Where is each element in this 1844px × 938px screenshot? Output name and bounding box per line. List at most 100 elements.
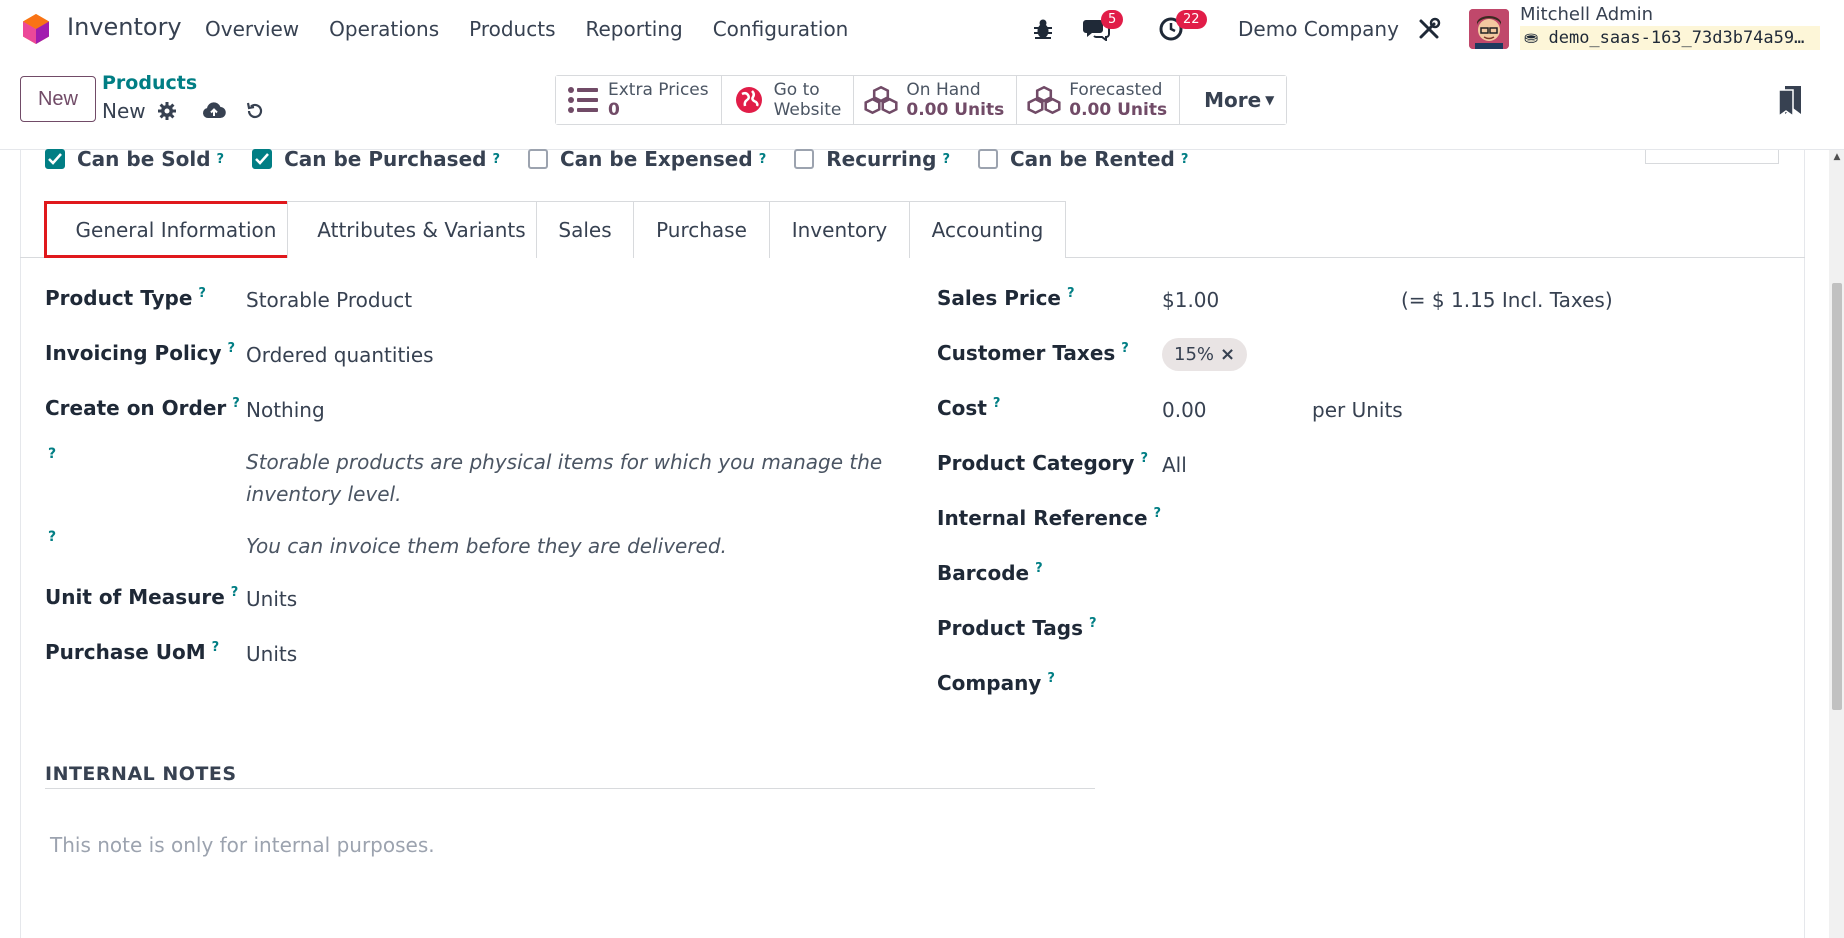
checkbox-checked-icon [252, 149, 273, 169]
help-tooltip-icon[interactable]: ? [1140, 451, 1148, 466]
help-tooltip-icon[interactable]: ? [492, 152, 500, 167]
menu-products[interactable]: Products [469, 17, 555, 41]
tab-accounting[interactable]: Accounting [909, 201, 1066, 258]
go-to-website-button[interactable]: Go to Website [721, 76, 855, 124]
can-be-rented-checkbox[interactable]: Can be Rented? [977, 147, 1189, 171]
on-hand-value: 0.00 Units [906, 100, 1005, 120]
cost-label: Cost? [937, 396, 1001, 420]
cubes-icon [1027, 83, 1061, 117]
help-tooltip-icon[interactable]: ? [231, 585, 239, 600]
barcode-label: Barcode? [937, 561, 1043, 585]
can-be-purchased-label: Can be Purchased [284, 147, 487, 171]
go-to-website-label: Go to [773, 80, 820, 100]
can-be-sold-label: Can be Sold [77, 147, 211, 171]
sales-price-input[interactable]: $1.00 [1162, 288, 1219, 312]
top-navbar: Inventory Overview Operations Products R… [0, 0, 1844, 58]
invoicing-policy-label: Invoicing Policy? [45, 341, 236, 365]
database-name: ⛂ demo_saas-163_73d3b74a59… [1520, 26, 1820, 50]
internal-reference-label: Internal Reference? [937, 506, 1162, 530]
main-menu: Overview Operations Products Reporting C… [205, 17, 878, 41]
tab-general-information[interactable]: General Information [44, 201, 308, 258]
checkbox-checked-icon [45, 149, 65, 169]
help-tooltip-icon[interactable]: ? [759, 152, 767, 167]
menu-configuration[interactable]: Configuration [713, 17, 849, 41]
help-tooltip-icon[interactable]: ? [1035, 561, 1043, 576]
create-on-order-select[interactable]: Nothing [246, 398, 325, 422]
help-tooltip-icon[interactable]: ? [228, 341, 236, 356]
tab-sales[interactable]: Sales [536, 201, 634, 258]
discard-undo-icon[interactable] [243, 99, 267, 123]
checkbox-unchecked-icon [977, 149, 998, 169]
purchase-uom-field[interactable]: Units [246, 642, 297, 666]
recurring-label: Recurring [826, 147, 937, 171]
gear-icon[interactable] [155, 99, 179, 123]
more-label: More [1204, 88, 1262, 112]
internal-notes-editor[interactable]: This note is only for internal purposes. [50, 833, 435, 857]
help-tooltip-icon[interactable]: ? [198, 286, 206, 301]
caret-down-icon: ▼ [1265, 93, 1275, 107]
can-be-expensed-checkbox[interactable]: Can be Expensed? [528, 147, 766, 171]
help-tooltip-icon[interactable]: ? [1121, 341, 1129, 356]
product-category-field[interactable]: All [1162, 453, 1187, 477]
help-tooltip-icon[interactable]: ? [232, 396, 240, 411]
tab-inventory[interactable]: Inventory [769, 201, 910, 258]
help-tooltip-icon[interactable]: ? [1067, 286, 1075, 301]
breadcrumb-products[interactable]: Products [102, 72, 197, 94]
on-hand-button[interactable]: On Hand 0.00 Units [854, 76, 1018, 124]
unit-of-measure-field[interactable]: Units [246, 587, 297, 611]
help-tooltip-icon[interactable]: ? [993, 396, 1001, 411]
cloud-save-icon[interactable] [201, 99, 227, 123]
scrollbar-thumb[interactable] [1832, 283, 1842, 710]
can-be-expensed-label: Can be Expensed [560, 147, 753, 171]
user-avatar[interactable] [1469, 9, 1509, 49]
list-icon [566, 83, 600, 117]
company-label: Company? [937, 671, 1055, 695]
tab-purchase[interactable]: Purchase [633, 201, 770, 258]
can-be-purchased-checkbox[interactable]: Can be Purchased? [252, 147, 500, 171]
product-type-select[interactable]: Storable Product [246, 288, 412, 312]
remove-tag-icon[interactable]: × [1220, 344, 1235, 365]
extra-prices-button[interactable]: Extra Prices 0 [556, 76, 722, 124]
new-button[interactable]: New [20, 76, 96, 122]
app-name[interactable]: Inventory [67, 13, 182, 41]
notes-divider [45, 788, 1095, 789]
invoicing-help-text: You can invoice them before they are del… [246, 534, 727, 558]
help-tooltip-icon[interactable]: ? [48, 446, 56, 462]
user-name[interactable]: Mitchell Admin [1520, 4, 1653, 25]
help-tooltip-icon[interactable]: ? [1047, 671, 1055, 686]
form-field-edge [1645, 150, 1779, 164]
can-be-sold-checkbox[interactable]: Can be Sold? [45, 147, 224, 171]
messages-badge: 5 [1101, 10, 1124, 29]
company-switcher[interactable]: Demo Company [1238, 17, 1399, 41]
debug-bug-icon[interactable] [1030, 14, 1056, 44]
scroll-up-arrow-icon[interactable]: ▲ [1832, 152, 1842, 162]
forecasted-button[interactable]: Forecasted 0.00 Units [1017, 76, 1181, 124]
menu-overview[interactable]: Overview [205, 17, 299, 41]
help-tooltip-icon[interactable]: ? [212, 640, 220, 655]
tab-attributes-variants[interactable]: Attributes & Variants [287, 201, 556, 258]
help-tooltip-icon[interactable]: ? [1154, 506, 1162, 521]
product-tags-label: Product Tags? [937, 616, 1097, 640]
forecasted-label: Forecasted [1069, 80, 1163, 100]
help-tooltip-icon[interactable]: ? [1181, 152, 1189, 167]
bookmark-icon[interactable] [1779, 86, 1801, 116]
help-tooltip-icon[interactable]: ? [48, 529, 56, 545]
messages-icon[interactable]: 5 [1081, 10, 1124, 44]
incl-taxes-text: (= $ 1.15 Incl. Taxes) [1401, 288, 1613, 312]
invoicing-policy-select[interactable]: Ordered quantities [246, 343, 434, 367]
tax-tag: 15% × [1162, 338, 1248, 371]
help-tooltip-icon[interactable]: ? [1089, 616, 1097, 631]
settings-tools-icon[interactable] [1416, 14, 1442, 44]
control-panel: New Products New Extra Prices 0 Go to Webs… [0, 58, 1844, 150]
cost-input[interactable]: 0.00 [1162, 398, 1207, 422]
activities-clock-icon[interactable]: 22 [1158, 10, 1207, 44]
recurring-checkbox[interactable]: Recurring? [794, 147, 950, 171]
help-tooltip-icon[interactable]: ? [942, 152, 950, 167]
smart-buttons: Extra Prices 0 Go to Website On Hand 0.00 U… [555, 75, 1288, 125]
help-tooltip-icon[interactable]: ? [217, 152, 225, 167]
more-dropdown[interactable]: More ▼ [1180, 76, 1287, 124]
menu-operations[interactable]: Operations [329, 17, 439, 41]
menu-reporting[interactable]: Reporting [585, 17, 682, 41]
cost-unit-text: per Units [1312, 398, 1403, 422]
inventory-app-icon[interactable] [20, 13, 52, 45]
